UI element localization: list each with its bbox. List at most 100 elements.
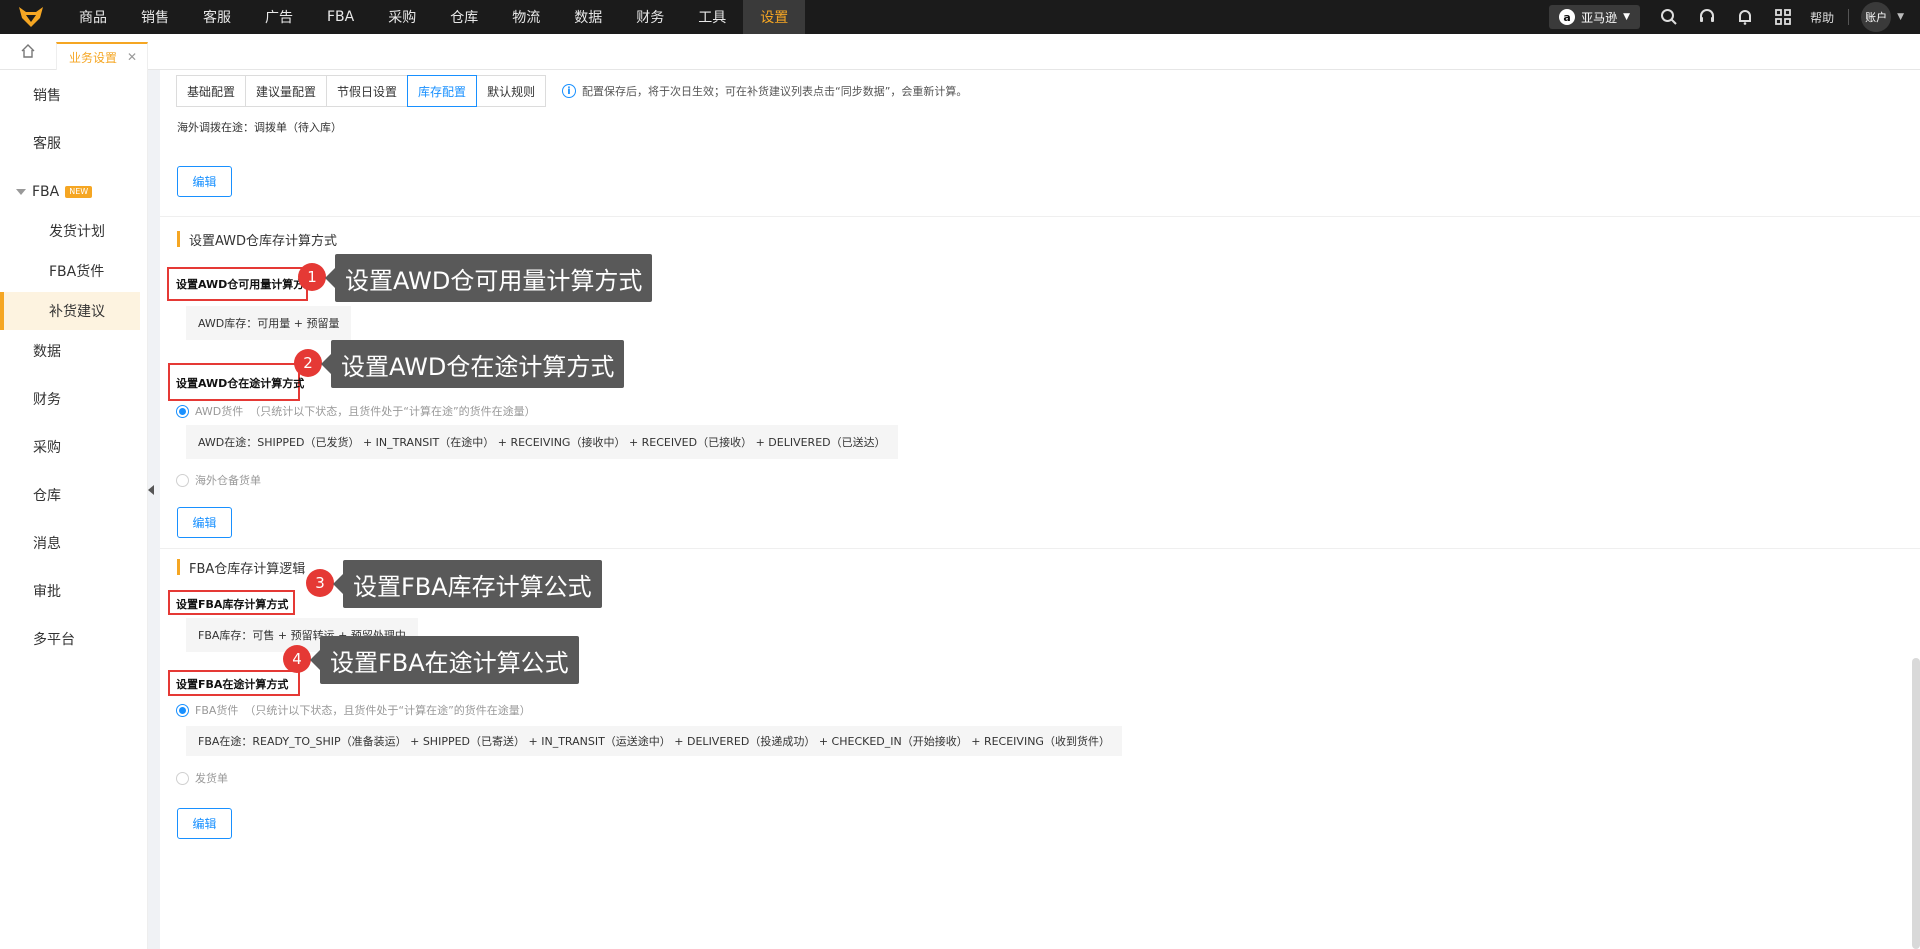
nav-service[interactable]: 客服 — [186, 0, 248, 34]
subtab-holiday[interactable]: 节假日设置 — [326, 75, 409, 107]
tab-label: 业务设置 — [69, 50, 118, 65]
sidebar-item-approval[interactable]: 审批 — [0, 572, 140, 610]
edit-button[interactable]: 编辑 — [177, 166, 232, 197]
nav-sales[interactable]: 销售 — [124, 0, 186, 34]
new-badge: NEW — [65, 186, 93, 198]
sidebar-item-service[interactable]: 客服 — [0, 124, 140, 162]
top-nav: 商品 销售 客服 广告 FBA 采购 仓库 物流 数据 财务 工具 设置 a 亚… — [0, 0, 1920, 34]
chevron-down-icon: ▼ — [1623, 12, 1631, 22]
headset-icon[interactable] — [1696, 6, 1718, 28]
nav-warehouse[interactable]: 仓库 — [433, 0, 495, 34]
config-subtabs: 基础配置 建议量配置 节假日设置 库存配置 默认规则 — [176, 75, 547, 107]
sidebar-item-purchase[interactable]: 采购 — [0, 428, 140, 466]
radio-label: 发货单 — [195, 772, 228, 785]
fba-stock-heading: 设置FBA库存计算方式 — [176, 598, 289, 611]
subtab-inventory[interactable]: 库存配置 — [407, 75, 478, 107]
sidebar-item-finance[interactable]: 财务 — [0, 380, 140, 418]
radio-checked[interactable] — [176, 404, 189, 418]
fba-section-title: FBA仓库存计算逻辑 — [177, 559, 305, 577]
awd-transit-formula: AWD在途：SHIPPED（已发货） + IN_TRANSIT（在途中） + R… — [186, 425, 898, 459]
awd-section-title: 设置AWD仓库存计算方式 — [177, 231, 337, 249]
callout-4: 设置FBA在途计算公式 — [310, 636, 579, 684]
radio-unchecked[interactable] — [176, 473, 189, 487]
chevron-left-icon — [148, 485, 154, 495]
tab-business-settings[interactable]: 业务设置 ✕ — [56, 42, 149, 70]
nav-divider — [1848, 9, 1850, 25]
section-divider — [160, 216, 1920, 217]
nav-finance[interactable]: 财务 — [619, 0, 681, 34]
nav-settings[interactable]: 设置 — [743, 0, 806, 34]
page-tab-bar: 业务设置 ✕ — [0, 34, 1920, 70]
shop-label: 亚马逊 — [1581, 10, 1618, 25]
app-logo[interactable] — [0, 0, 62, 34]
awd-transit-heading: 设置AWD仓在途计算方式 — [176, 377, 305, 390]
shop-switcher[interactable]: a 亚马逊 ▼ — [1549, 5, 1641, 29]
amazon-icon: a — [1559, 9, 1576, 25]
main-content: 基础配置 建议量配置 节假日设置 库存配置 默认规则 i 配置保存后，将于次日生… — [160, 70, 1920, 949]
sidebar-item-sales[interactable]: 销售 — [0, 76, 140, 114]
vertical-scrollbar[interactable] — [1912, 658, 1920, 949]
radio-label: AWD货件 — [195, 405, 244, 418]
fba-transit-formula: FBA在途：READY_TO_SHIP（准备装运） + SHIPPED（已寄送）… — [186, 726, 1122, 756]
awd-usable-heading: 设置AWD仓可用量计算方式 — [176, 278, 316, 291]
home-tab[interactable] — [0, 33, 56, 69]
sidebar-item-label: FBA — [32, 184, 60, 200]
sidebar-item-data[interactable]: 数据 — [0, 332, 140, 370]
callout-badge-4: 4 — [283, 645, 311, 673]
awd-shipment-option[interactable]: AWD货件 （只统计以下状态，且货件处于“计算在途”的货件在途量） — [176, 403, 536, 419]
nav-products[interactable]: 商品 — [62, 0, 124, 34]
section-divider — [160, 548, 1920, 549]
nav-ads[interactable]: 广告 — [248, 0, 310, 34]
radio-label: FBA货件 — [195, 704, 239, 717]
overseas-stock-order-option[interactable]: 海外仓备货单 — [176, 472, 261, 488]
tip-text: 配置保存后，将于次日生效；可在补货建议列表点击“同步数据”，会重新计算。 — [582, 85, 968, 98]
fox-logo-icon — [19, 7, 43, 27]
overseas-transfer-text: 海外调拨在途：调拨单（待入库） — [177, 121, 342, 134]
account-avatar[interactable]: 账户 — [1861, 2, 1892, 32]
subtab-default-rules[interactable]: 默认规则 — [476, 75, 547, 107]
bell-icon[interactable] — [1734, 6, 1756, 28]
edit-button[interactable]: 编辑 — [177, 808, 232, 839]
nav-purchase[interactable]: 采购 — [371, 0, 433, 34]
sidebar-item-shipping-plan[interactable]: 发货计划 — [0, 212, 140, 250]
radio-label: 海外仓备货单 — [195, 474, 261, 487]
subtab-basic[interactable]: 基础配置 — [176, 75, 247, 107]
nav-fba[interactable]: FBA — [310, 0, 371, 34]
sidebar-item-replenishment[interactable]: 补货建议 — [0, 292, 140, 330]
help-link[interactable]: 帮助 — [1810, 9, 1834, 26]
radio-unchecked[interactable] — [176, 771, 189, 785]
save-tip: i 配置保存后，将于次日生效；可在补货建议列表点击“同步数据”，会重新计算。 — [562, 83, 967, 99]
apps-grid-icon[interactable] — [1772, 6, 1794, 28]
callout-badge-2: 2 — [294, 349, 322, 377]
radio-note: （只统计以下状态，且货件处于“计算在途”的货件在途量） — [244, 704, 531, 717]
callout-2: 设置AWD仓在途计算方式 — [320, 340, 625, 388]
sidebar-item-fba-shipments[interactable]: FBA货件 — [0, 252, 140, 290]
caret-down-icon — [16, 189, 26, 195]
sidebar-item-warehouse[interactable]: 仓库 — [0, 476, 140, 514]
sidebar-collapse-handle[interactable] — [146, 470, 156, 510]
edit-button[interactable]: 编辑 — [177, 507, 232, 538]
callout-badge-3: 3 — [306, 569, 334, 597]
fba-transit-heading: 设置FBA在途计算方式 — [176, 678, 289, 691]
close-icon[interactable]: ✕ — [127, 50, 137, 64]
sidebar: 销售 客服 FBA NEW 发货计划 FBA货件 补货建议 数据 财务 采购 仓… — [0, 70, 148, 949]
callout-1: 设置AWD仓可用量计算方式 — [324, 254, 653, 302]
shipping-order-option[interactable]: 发货单 — [176, 770, 228, 786]
sidebar-item-multi-platform[interactable]: 多平台 — [0, 620, 140, 658]
nav-data[interactable]: 数据 — [557, 0, 619, 34]
callout-3: 设置FBA库存计算公式 — [333, 560, 602, 608]
radio-checked[interactable] — [176, 703, 189, 717]
chevron-down-icon[interactable]: ▼ — [1897, 12, 1904, 22]
nav-logistics[interactable]: 物流 — [495, 0, 557, 34]
search-icon[interactable] — [1658, 6, 1680, 28]
subtab-suggestion[interactable]: 建议量配置 — [245, 75, 328, 107]
fba-shipment-option[interactable]: FBA货件 （只统计以下状态，且货件处于“计算在途”的货件在途量） — [176, 702, 531, 718]
awd-usable-formula: AWD库存：可用量 + 预留量 — [186, 306, 352, 340]
home-icon — [21, 44, 35, 58]
sidebar-item-message[interactable]: 消息 — [0, 524, 140, 562]
sidebar-item-fba[interactable]: FBA NEW — [0, 173, 140, 211]
radio-note: （只统计以下状态，且货件处于“计算在途”的货件在途量） — [249, 405, 536, 418]
top-right-tools: a 亚马逊 ▼ 帮助 账户 ▼ — [1549, 0, 1920, 34]
nav-tools[interactable]: 工具 — [681, 0, 743, 34]
callout-badge-1: 1 — [298, 263, 326, 291]
